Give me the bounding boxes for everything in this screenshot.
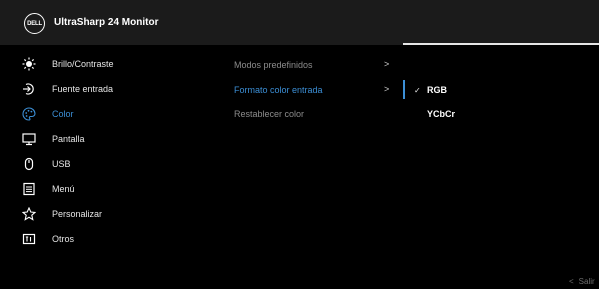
menu-icon [20,180,38,198]
exit-label: Salir [578,277,595,286]
menu-item-label: Pantalla [52,134,85,144]
menu-item-label: Color [52,109,74,119]
menu-item-display[interactable]: Pantalla [20,128,220,150]
submenu-input-color-format[interactable]: Formato color entrada [234,80,394,100]
menu-item-label: Otros [52,234,75,244]
menu-item-menu[interactable]: Menú [20,178,220,200]
selection-indicator [403,80,405,99]
menu-item-label: Brillo/Contraste [52,59,114,69]
menu-item-label: Personalizar [52,209,103,219]
info-icon [20,230,38,248]
submenu-reset-color[interactable]: Restablecer color [234,104,394,124]
menu-item-others[interactable]: Otros [20,228,220,250]
menu-item-personalize[interactable]: Personalizar [20,203,220,225]
menu-item-color[interactable]: Color [20,103,220,125]
submenu-label: Restablecer color [234,109,305,119]
submenu-label: Modos predefinidos [234,60,313,70]
monitor-title: UltraSharp 24 Monitor [54,17,159,28]
submenu-preset-modes[interactable]: Modos predefinidos [234,55,394,75]
menu-item-label: Menú [52,184,75,194]
menu-item-label: Fuente entrada [52,84,114,94]
submenu-label: Formato color entrada [234,85,323,95]
dell-logo: DELL [24,13,45,34]
input-source-icon [20,80,38,98]
star-icon [20,205,38,223]
menu-item-brightness-contrast[interactable]: Brillo/Contraste [20,53,220,75]
display-icon [20,130,38,148]
exit-button[interactable]: < Salir [569,277,595,286]
header-bar: DELL UltraSharp 24 Monitor [0,0,599,45]
brightness-icon [20,55,38,73]
check-icon: ✓ [414,85,421,95]
menu-item-label: USB [52,159,71,169]
option-label: YCbCr [427,109,456,119]
menu-item-input-source[interactable]: Fuente entrada [20,78,220,100]
chevron-right-icon: > [384,59,390,69]
color-palette-icon [20,105,38,123]
header-progress-line [403,43,599,45]
chevron-left-icon: < [569,277,574,286]
option-ycbcr[interactable]: YCbCr [414,104,455,124]
usb-mouse-icon [20,155,38,173]
option-rgb[interactable]: ✓ RGB [414,80,447,100]
chevron-right-icon: > [384,84,390,94]
menu-item-usb[interactable]: USB [20,153,220,175]
option-label: RGB [427,85,447,95]
